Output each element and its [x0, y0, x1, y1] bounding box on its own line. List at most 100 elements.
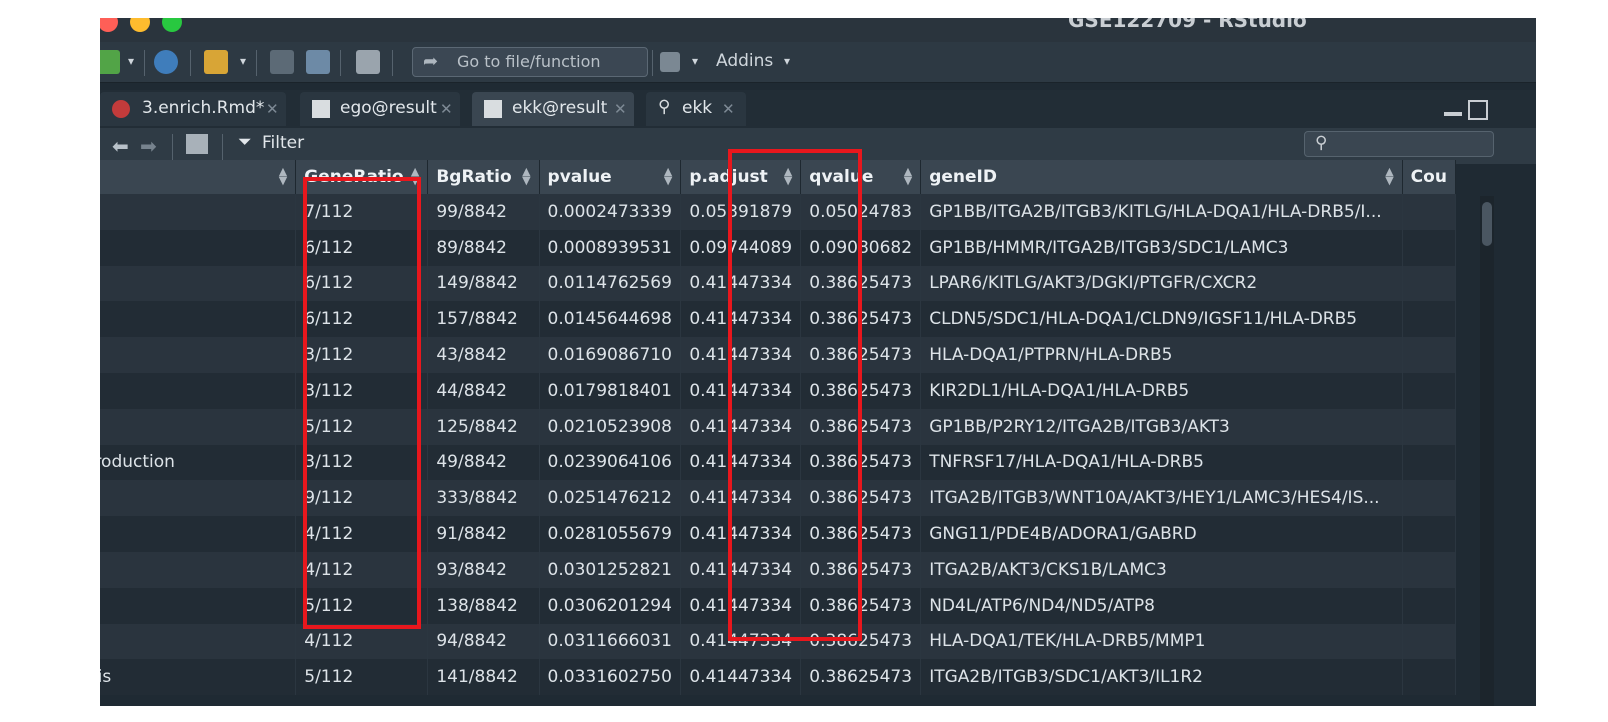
cell-count [1402, 516, 1457, 552]
cell-pvalue: 0.0306201294 [539, 587, 682, 624]
sort-icon[interactable]: ▲ ▼ [522, 166, 530, 186]
table-row: 5/112 125/8842 0.0210523908 0.41447334 0.386… [100, 408, 1457, 445]
cell-pvalue: 0.0331602750 [539, 659, 682, 696]
cell-bgratio: 49/8842 [427, 444, 540, 481]
table-row: or IgA production3/11249/88420.023906410… [100, 444, 1457, 481]
table-icon [312, 100, 330, 118]
grid-layout-icon[interactable] [660, 52, 680, 72]
cell-padjust: 0.41447334 [680, 337, 802, 373]
close-icon[interactable]: ✕ [440, 100, 453, 118]
cell-padjust: 0.41447334 [680, 301, 802, 338]
data-table: ▲ ▼ GeneRatio ▲ ▼ BgRatio ▲ ▼ pvalue ▲ ▼ p.adju… [100, 160, 1457, 696]
table-row: 5/112 138/8842 0.0306201294 0.41447334 0.386… [100, 587, 1457, 624]
cell-description: athway [100, 265, 297, 302]
forward-arrow-icon[interactable]: ➡ [140, 134, 157, 158]
search-icon: ⚲ [658, 97, 671, 117]
cell-count [1402, 623, 1457, 660]
close-icon[interactable]: ✕ [266, 100, 279, 118]
close-icon[interactable]: ✕ [614, 100, 627, 118]
close-icon[interactable]: ✕ [722, 100, 735, 118]
cell-pvalue: 0.0301252821 [539, 551, 682, 588]
cell-geneid: HLA-DQA1/PTPRN/HLA-DRB5 [920, 337, 1403, 373]
minimize-pane-icon[interactable] [1444, 112, 1462, 116]
cell-pvalue: 0.0145644698 [539, 301, 682, 338]
column-header-bgratio[interactable]: BgRatio ▲ ▼ [427, 160, 540, 194]
cell-description [100, 623, 297, 660]
cell-count [1402, 265, 1457, 302]
column-header-padjust[interactable]: p.adjust ▲ ▼ [680, 160, 802, 194]
sort-icon[interactable]: ▲ ▼ [1385, 166, 1393, 186]
sort-icon[interactable]: ▲ ▼ [784, 166, 792, 186]
cell-count [1402, 337, 1457, 373]
sort-icon[interactable]: ▲ ▼ [279, 166, 287, 186]
tab-label: ekk [682, 98, 713, 118]
show-in-window-icon[interactable] [186, 134, 208, 154]
cell-description [100, 337, 297, 373]
column-header-description[interactable]: ▲ ▼ [100, 160, 297, 194]
cell-qvalue: 0.38625473 [800, 480, 922, 517]
cell-padjust: 0.41447334 [680, 516, 802, 552]
cell-description [100, 516, 297, 552]
vertical-scrollbar[interactable] [1480, 196, 1494, 706]
chevron-down-icon[interactable]: ▾ [784, 54, 790, 68]
addins-menu[interactable]: Addins [716, 51, 773, 73]
filter-icon[interactable]: ⏷ [238, 132, 252, 152]
cell-qvalue: 0.38625473 [800, 408, 922, 445]
title-bar: GSE122709 - RStudio [100, 18, 1536, 42]
zoom-window-button[interactable] [162, 18, 182, 32]
column-header-generatio[interactable]: GeneRatio ▲ ▼ [295, 160, 429, 194]
table-search-input[interactable]: ⚲ [1304, 131, 1494, 157]
tab-ekk[interactable]: ⚲ ekk ✕ [646, 92, 746, 126]
column-header-geneid[interactable]: geneID ▲ ▼ [920, 160, 1403, 194]
close-window-button[interactable] [100, 18, 118, 32]
cell-generatio: 6/112 [295, 229, 429, 266]
cell-padjust: 0.41447334 [680, 659, 802, 696]
back-arrow-icon[interactable]: ⬅ [112, 134, 129, 158]
scrollbar-thumb[interactable] [1482, 202, 1492, 246]
cell-qvalue: 0.38625473 [800, 372, 922, 409]
minimize-window-button[interactable] [130, 18, 150, 32]
column-header-label: BgRatio [436, 167, 512, 187]
sort-icon[interactable]: ▲ ▼ [411, 166, 419, 186]
filter-button[interactable]: Filter [262, 133, 304, 153]
tab-ego-result[interactable]: ego@result ✕ [300, 92, 460, 126]
sort-icon[interactable]: ▲ ▼ [664, 166, 672, 186]
cell-geneid: ITGA2B/ITGB3/SDC1/AKT3/IL1R2 [920, 659, 1403, 696]
cell-description: or IgA production [100, 444, 297, 481]
tab-enrich-rmd[interactable]: 3.enrich.Rmd* ✕ [100, 92, 286, 126]
cell-description: osclerosis [100, 659, 297, 696]
cell-qvalue: 0.38625473 [800, 587, 922, 624]
cell-qvalue: 0.38625473 [800, 301, 922, 338]
cell-description [100, 408, 297, 445]
table-row: 7/112 99/8842 0.0002473339 0.05391879 0.0502… [100, 194, 1457, 230]
cell-padjust: 0.41447334 [680, 551, 802, 588]
cell-count [1402, 587, 1457, 624]
cell-qvalue: 0.38625473 [800, 659, 922, 696]
column-header-pvalue[interactable]: pvalue ▲ ▼ [539, 160, 682, 194]
cell-geneid: GNG11/PDE4B/ADORA1/GABRD [920, 516, 1403, 552]
cell-geneid: GP1BB/P2RY12/ITGA2B/ITGB3/AKT3 [920, 408, 1403, 445]
cell-padjust: 0.41447334 [680, 444, 802, 481]
column-header-count[interactable]: Cou [1402, 160, 1457, 194]
column-header-qvalue[interactable]: qvalue ▲ ▼ [800, 160, 922, 194]
toolbar-right: ▾ Addins ▾ [100, 42, 1536, 82]
tab-label: ekk@result [512, 98, 608, 118]
cell-qvalue: 0.05024783 [800, 194, 922, 230]
cell-bgratio: 157/8842 [427, 301, 540, 338]
tab-ekk-result[interactable]: ekk@result ✕ [472, 92, 634, 126]
table-row: 3/112 43/8842 0.0169086710 0.41447334 0.3862… [100, 337, 1457, 373]
column-header-label: pvalue [547, 167, 612, 187]
cell-description [100, 194, 297, 230]
table-row: athway6/112149/88420.01147625690.4144733… [100, 265, 1457, 302]
cell-generatio: 4/112 [295, 551, 429, 588]
chevron-down-icon[interactable]: ▾ [692, 54, 698, 68]
table-row: 6/112 89/8842 0.0008939531 0.09744089 0.0908… [100, 229, 1457, 266]
sort-icon[interactable]: ▲ ▼ [904, 166, 912, 186]
cell-geneid: LPAR6/KITLG/AKT3/DGKI/PTGFR/CXCR2 [920, 265, 1403, 302]
cell-pvalue: 0.0311666031 [539, 623, 682, 660]
cell-count [1402, 444, 1457, 481]
cell-pvalue: 0.0008939531 [539, 229, 682, 266]
cell-geneid: ND4L/ATP6/ND4/ND5/ATP8 [920, 587, 1403, 624]
maximize-pane-icon[interactable] [1468, 100, 1488, 120]
cell-count [1402, 194, 1457, 230]
